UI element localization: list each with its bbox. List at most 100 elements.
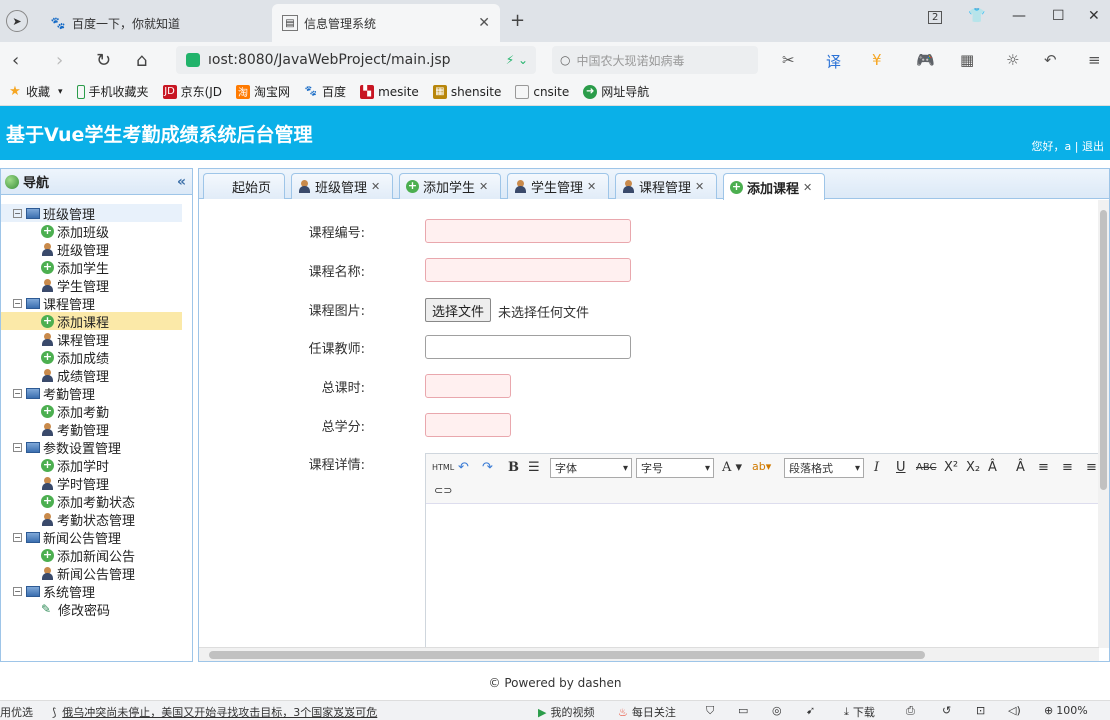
strikethrough-icon[interactable]: ABC xyxy=(916,462,937,473)
font-style-icon[interactable]: Â xyxy=(988,460,997,475)
menu-icon[interactable]: ≡ xyxy=(1088,51,1101,69)
close-tab-icon[interactable]: ✕ xyxy=(478,15,490,31)
scissors-icon[interactable]: ✂ xyxy=(782,51,795,69)
scroll-thumb[interactable] xyxy=(1100,210,1107,490)
highlight-icon[interactable]: ab▾ xyxy=(752,460,771,473)
tab-course-management[interactable]: 课程管理 ✕ xyxy=(615,173,717,199)
font-family-select[interactable]: 字体 xyxy=(550,458,632,478)
collapse-toggle-icon[interactable]: − xyxy=(13,208,22,218)
sidebar-item[interactable]: + 添加班级 xyxy=(1,222,192,241)
zoom-control[interactable]: ⊕ 100% xyxy=(1044,704,1088,717)
sidebar-item[interactable]: + 添加考勤 xyxy=(1,402,192,421)
close-tab-icon[interactable]: ✕ xyxy=(479,180,488,193)
redo-icon[interactable]: ↷ xyxy=(482,460,493,475)
bookmark-favorites[interactable]: ★ 收藏 ▾ xyxy=(8,83,62,100)
collapse-toggle-icon[interactable]: − xyxy=(13,532,22,542)
sidebar-group[interactable]: − 新闻公告管理 xyxy=(1,528,192,547)
apps-grid-icon[interactable]: ▦ xyxy=(960,51,974,69)
volume-icon[interactable]: ◁) xyxy=(1008,704,1021,717)
align-right-icon[interactable]: ≡ xyxy=(1086,460,1097,475)
sidebar-item[interactable]: + 添加考勤状态 xyxy=(1,492,192,511)
back-icon[interactable]: ‹ xyxy=(12,50,19,71)
sidebar-group[interactable]: − 班级管理 xyxy=(1,204,182,223)
tab-start-page[interactable]: 起始页 xyxy=(203,173,285,199)
maximize-icon[interactable]: ☐ xyxy=(1052,8,1065,24)
scroll-thumb[interactable] xyxy=(209,651,925,659)
sidebar-item[interactable]: 考勤状态管理 xyxy=(1,510,192,529)
sidebar-group[interactable]: − 参数设置管理 xyxy=(1,438,192,457)
shield-icon[interactable]: ⛉ xyxy=(706,704,714,718)
sidebar-item[interactable]: 学生管理 xyxy=(1,276,192,295)
bookmark-mesite[interactable]: ▚ mesite xyxy=(360,84,419,99)
browser-tab-info-system[interactable]: ▤ 信息管理系统 ✕ xyxy=(272,4,500,42)
align-center-icon[interactable]: ≡ xyxy=(1062,460,1073,475)
window-count-badge[interactable]: 2 xyxy=(928,11,943,24)
undo-icon[interactable]: ↶ xyxy=(1044,51,1057,69)
sidebar-item[interactable]: + 添加新闻公告 xyxy=(1,546,192,565)
total-credits-input[interactable] xyxy=(425,413,511,437)
sidebar-item[interactable]: 考勤管理 xyxy=(1,420,192,439)
collapse-icon[interactable]: « xyxy=(177,174,186,190)
choose-file-button[interactable]: 选择文件 xyxy=(425,298,492,322)
sidebar-group[interactable]: − 课程管理 xyxy=(1,294,192,313)
tab-add-student[interactable]: + 添加学生 ✕ xyxy=(399,173,501,199)
close-window-icon[interactable]: ✕ xyxy=(1088,8,1100,24)
subscript-icon[interactable]: X₂ xyxy=(966,460,980,475)
translate-icon[interactable]: 译 xyxy=(826,51,841,72)
close-tab-icon[interactable]: ✕ xyxy=(587,180,596,193)
collapse-toggle-icon[interactable]: − xyxy=(13,388,22,398)
coin-icon[interactable]: ¥ xyxy=(872,51,882,69)
minimize-icon[interactable]: — xyxy=(1012,8,1026,24)
sidebar-item[interactable]: + 添加成绩 xyxy=(1,348,192,367)
collapse-toggle-icon[interactable]: − xyxy=(13,586,22,596)
bookmark-cnsite[interactable]: cnsite xyxy=(515,84,569,99)
bookmark-mobile[interactable]: 手机收藏夹 xyxy=(76,83,149,100)
vertical-scrollbar[interactable] xyxy=(1098,200,1109,648)
horizontal-scrollbar[interactable] xyxy=(199,647,1099,661)
sidebar-item[interactable]: 课程管理 xyxy=(1,330,192,349)
daily-focus-button[interactable]: ♨ 每日关注 xyxy=(618,704,676,720)
home-icon[interactable]: ⌂ xyxy=(136,50,147,71)
bold-icon[interactable]: B xyxy=(508,460,519,475)
forward-icon[interactable]: › xyxy=(56,50,63,71)
browser-icon[interactable]: ◎ xyxy=(772,704,782,717)
sidebar-item[interactable]: ✎ 修改密码 xyxy=(1,600,192,619)
link-icon[interactable]: ⊂⊃ xyxy=(434,484,452,497)
total-hours-input[interactable] xyxy=(425,374,511,398)
sidebar-item[interactable]: 班级管理 xyxy=(1,240,192,259)
tab-student-management[interactable]: 学生管理 ✕ xyxy=(507,173,609,199)
course-no-input[interactable] xyxy=(425,219,631,243)
gamepad-icon[interactable]: 🎮 xyxy=(916,51,935,69)
sidebar-item[interactable]: + 添加课程 xyxy=(1,312,182,331)
editor-body[interactable] xyxy=(426,504,1099,647)
tab-add-course[interactable]: + 添加课程 ✕ xyxy=(723,173,825,200)
clear-style-icon[interactable]: Â xyxy=(1016,460,1025,475)
close-tab-icon[interactable]: ✕ xyxy=(371,180,380,193)
underline-icon[interactable]: U xyxy=(896,460,906,475)
close-tab-icon[interactable]: ✕ xyxy=(803,181,812,194)
teacher-select[interactable] xyxy=(425,335,631,359)
bookmark-baidu[interactable]: 🐾 百度 xyxy=(304,83,346,100)
logout-link[interactable]: 退出 xyxy=(1082,140,1104,153)
bookmark-nav[interactable]: ➜ 网址导航 xyxy=(583,83,649,100)
refresh-icon[interactable]: ↺ xyxy=(942,704,951,717)
tab-class-management[interactable]: 班级管理 ✕ xyxy=(291,173,393,199)
printer-icon[interactable]: ⎙ xyxy=(906,704,915,718)
sidebar-group[interactable]: − 系统管理 xyxy=(1,582,192,601)
paragraph-format-select[interactable]: 段落格式 xyxy=(784,458,864,478)
align-left-icon[interactable]: ≡ xyxy=(1038,460,1049,475)
italic-icon[interactable]: I xyxy=(874,460,879,475)
close-tab-icon[interactable]: ✕ xyxy=(695,180,704,193)
status-left-text[interactable]: 用优选 xyxy=(0,704,33,720)
format-clear-icon[interactable]: ☰ xyxy=(528,460,540,475)
my-video-button[interactable]: ▶ 我的视频 xyxy=(538,704,594,720)
bookmark-taobao[interactable]: 淘淘宝网 xyxy=(236,83,290,100)
browser-nav-icon[interactable]: ➤ xyxy=(6,10,28,32)
url-field[interactable]: ıost:8080/JavaWebProject/main.jsp ⚡ ⌄ xyxy=(176,46,536,74)
sidebar-item[interactable]: 新闻公告管理 xyxy=(1,564,192,583)
reload-icon[interactable]: ↻ xyxy=(96,50,111,71)
paper-plane-icon[interactable]: ➹ xyxy=(806,704,815,717)
font-size-select[interactable]: 字号 xyxy=(636,458,714,478)
new-tab-icon[interactable]: + xyxy=(510,10,525,31)
sidebar-item[interactable]: + 添加学生 xyxy=(1,258,192,277)
